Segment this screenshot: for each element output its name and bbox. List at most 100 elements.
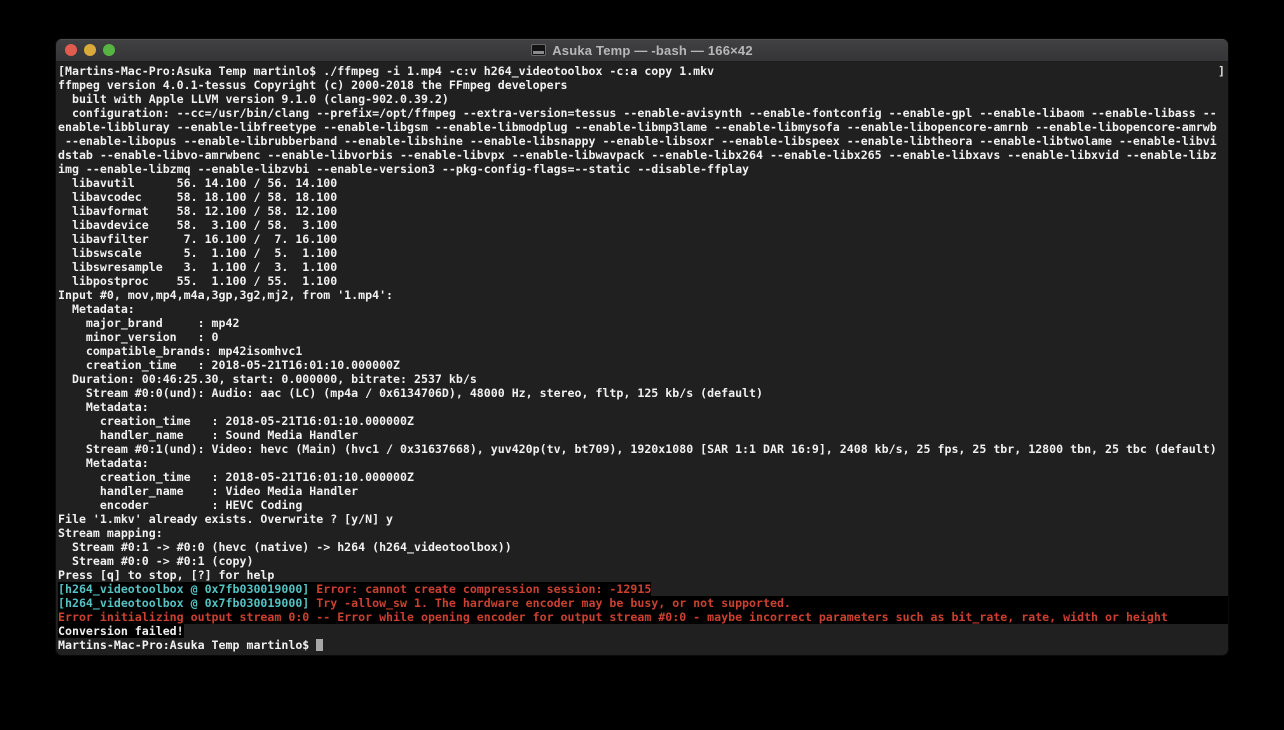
terminal-text-segment: Input #0, mov,mp4,m4a,3gp,3g2,mj2, from … — [58, 288, 394, 302]
terminal-text-segment: Martins-Mac-Pro:Asuka Temp martinlo$ — [58, 638, 317, 652]
terminal-line: libavfilter 7. 16.100 / 7. 16.100 — [58, 232, 1228, 246]
terminal-line: Metadata: — [58, 302, 1228, 316]
terminal-text-segment: Press [q] to stop, [?] for help — [58, 568, 275, 582]
terminal-text-segment: libswresample 3. 1.100 / 3. 1.100 — [58, 260, 338, 274]
terminal-line: [Martins-Mac-Pro:Asuka Temp martinlo$ ./… — [58, 64, 1228, 78]
terminal-text-segment: handler_name : Sound Media Handler — [58, 428, 359, 442]
terminal-line: major_brand : mp42 — [58, 316, 1228, 330]
terminal-line: Input #0, mov,mp4,m4a,3gp,3g2,mj2, from … — [58, 288, 1228, 302]
terminal-line: encoder : HEVC Coding — [58, 498, 1228, 512]
terminal-output[interactable]: [Martins-Mac-Pro:Asuka Temp martinlo$ ./… — [56, 62, 1228, 655]
window-titlebar[interactable]: Asuka Temp — -bash — 166×42 — [56, 39, 1228, 62]
terminal-text-segment: enable-libbluray --enable-libfreetype --… — [58, 120, 1217, 134]
terminal-text-segment: Duration: 00:46:25.30, start: 0.000000, … — [58, 372, 477, 386]
terminal-text-segment: Stream #0:0 -> #0:1 (copy) — [58, 554, 254, 568]
terminal-line: creation_time : 2018-05-21T16:01:10.0000… — [58, 358, 1228, 372]
terminal-text-segment: Stream #0:0(und): Audio: aac (LC) (mp4a … — [58, 386, 763, 400]
terminal-line: Stream mapping: — [58, 526, 1228, 540]
terminal-text-segment: dstab --enable-libvo-amrwbenc --enable-l… — [58, 148, 1217, 162]
terminal-text-segment: ffmpeg version 4.0.1-tessus Copyright (c… — [58, 78, 568, 92]
terminal-line: libswscale 5. 1.100 / 5. 1.100 — [58, 246, 1228, 260]
terminal-text-segment: compatible_brands: mp42isomhvc1 — [58, 344, 303, 358]
terminal-line: handler_name : Sound Media Handler — [58, 428, 1228, 442]
terminal-text-segment: creation_time : 2018-05-21T16:01:10.0000… — [58, 358, 401, 372]
terminal-line: ffmpeg version 4.0.1-tessus Copyright (c… — [58, 78, 1228, 92]
terminal-text-segment: Error initializing output stream 0:0 -- … — [58, 610, 1168, 624]
terminal-text-segment: Metadata: — [58, 456, 149, 470]
terminal-text-segment: --enable-libopus --enable-librubberband … — [58, 134, 1217, 148]
terminal-line: File '1.mkv' already exists. Overwrite ?… — [58, 512, 1228, 526]
terminal-mark-bracket: ] — [1218, 64, 1225, 78]
terminal-text-segment: libavcodec 58. 18.100 / 58. 18.100 — [58, 190, 338, 204]
terminal-line: [h264_videotoolbox @ 0x7fb030019000] Try… — [58, 596, 1228, 610]
terminal-text-segment: Stream #0:1(und): Video: hevc (Main) (hv… — [58, 442, 1217, 456]
terminal-text-segment: libavfilter 7. 16.100 / 7. 16.100 — [58, 232, 338, 246]
terminal-line: configuration: --cc=/usr/bin/clang --pre… — [58, 106, 1228, 120]
window-title: Asuka Temp — -bash — 166×42 — [552, 42, 753, 58]
terminal-line: built with Apple LLVM version 9.1.0 (cla… — [58, 92, 1228, 106]
minimize-button[interactable] — [84, 44, 96, 56]
terminal-text-segment: libavutil 56. 14.100 / 56. 14.100 — [58, 176, 338, 190]
terminal-text-segment: [h264_videotoolbox @ 0x7fb030019000] — [58, 596, 310, 610]
window-title-group: Asuka Temp — -bash — 166×42 — [531, 43, 753, 58]
terminal-text-segment: Martins-Mac-Pro:Asuka Temp martinlo$ ./f… — [64, 64, 715, 78]
terminal-line: Stream #0:1(und): Video: hevc (Main) (hv… — [58, 442, 1228, 456]
terminal-line: Metadata: — [58, 400, 1228, 414]
terminal-line: [h264_videotoolbox @ 0x7fb030019000] Err… — [58, 582, 1228, 596]
terminal-text-segment: Conversion failed! — [58, 624, 184, 638]
terminal-text-segment: major_brand : mp42 — [58, 316, 240, 330]
terminal-line: Error initializing output stream 0:0 -- … — [58, 610, 1228, 624]
terminal-line: enable-libbluray --enable-libfreetype --… — [58, 120, 1228, 134]
terminal-line: img --enable-libzmq --enable-libzvbi --e… — [58, 162, 1228, 176]
terminal-line: Metadata: — [58, 456, 1228, 470]
terminal-line: creation_time : 2018-05-21T16:01:10.0000… — [58, 470, 1228, 484]
terminal-line: creation_time : 2018-05-21T16:01:10.0000… — [58, 414, 1228, 428]
desktop: { "window": { "title": "Asuka Temp — -ba… — [0, 0, 1284, 730]
terminal-line: Stream #0:0 -> #0:1 (copy) — [58, 554, 1228, 568]
terminal-line: Conversion failed! — [58, 624, 1228, 638]
terminal-line: libavcodec 58. 18.100 / 58. 18.100 — [58, 190, 1228, 204]
traffic-lights — [65, 44, 115, 56]
terminal-line: Martins-Mac-Pro:Asuka Temp martinlo$ — [58, 638, 1228, 652]
terminal-text-segment: creation_time : 2018-05-21T16:01:10.0000… — [58, 414, 414, 428]
terminal-line: Stream #0:1 -> #0:0 (hevc (native) -> h2… — [58, 540, 1228, 554]
zoom-button[interactable] — [103, 44, 115, 56]
terminal-text-segment: libswscale 5. 1.100 / 5. 1.100 — [58, 246, 338, 260]
terminal-text-segment: img --enable-libzmq --enable-libzvbi --e… — [58, 162, 750, 176]
terminal-text-segment: Metadata: — [58, 400, 149, 414]
terminal-text-segment: handler_name : Video Media Handler — [58, 484, 359, 498]
terminal-line: libavutil 56. 14.100 / 56. 14.100 — [58, 176, 1228, 190]
terminal-cursor — [316, 639, 324, 651]
terminal-line: Duration: 00:46:25.30, start: 0.000000, … — [58, 372, 1228, 386]
terminal-window: Asuka Temp — -bash — 166×42 [Martins-Mac… — [55, 38, 1229, 656]
terminal-text-segment: libpostproc 55. 1.100 / 55. 1.100 — [58, 274, 338, 288]
terminal-text-segment: minor_version : 0 — [58, 330, 219, 344]
terminal-line: --enable-libopus --enable-librubberband … — [58, 134, 1228, 148]
terminal-text-segment: libavdevice 58. 3.100 / 58. 3.100 — [58, 218, 338, 232]
terminal-text-segment: encoder : HEVC Coding — [58, 498, 303, 512]
terminal-text-segment: Error: cannot create compression session… — [309, 582, 652, 596]
terminal-text-segment: Stream #0:1 -> #0:0 (hevc (native) -> h2… — [58, 540, 512, 554]
terminal-text-segment: [h264_videotoolbox @ 0x7fb030019000] — [58, 582, 310, 596]
terminal-text-segment: Metadata: — [58, 302, 135, 316]
terminal-text-segment: configuration: --cc=/usr/bin/clang --pre… — [58, 106, 1217, 120]
terminal-line: libavdevice 58. 3.100 / 58. 3.100 — [58, 218, 1228, 232]
terminal-line: handler_name : Video Media Handler — [58, 484, 1228, 498]
terminal-line: libpostproc 55. 1.100 / 55. 1.100 — [58, 274, 1228, 288]
terminal-document-icon[interactable] — [531, 44, 547, 56]
terminal-line: dstab --enable-libvo-amrwbenc --enable-l… — [58, 148, 1228, 162]
terminal-text-segment: creation_time : 2018-05-21T16:01:10.0000… — [58, 470, 414, 484]
terminal-text-segment: File '1.mkv' already exists. Overwrite ?… — [58, 512, 394, 526]
terminal-line: Stream #0:0(und): Audio: aac (LC) (mp4a … — [58, 386, 1228, 400]
terminal-text-segment: libavformat 58. 12.100 / 58. 12.100 — [58, 204, 338, 218]
terminal-line: compatible_brands: mp42isomhvc1 — [58, 344, 1228, 358]
terminal-line: libavformat 58. 12.100 / 58. 12.100 — [58, 204, 1228, 218]
terminal-text-segment: [ — [58, 64, 65, 78]
terminal-text-segment: built with Apple LLVM version 9.1.0 (cla… — [58, 92, 449, 106]
terminal-text-segment: Stream mapping: — [58, 526, 163, 540]
terminal-line: minor_version : 0 — [58, 330, 1228, 344]
close-button[interactable] — [65, 44, 77, 56]
terminal-line: Press [q] to stop, [?] for help — [58, 568, 1228, 582]
terminal-text-segment: Try -allow_sw 1. The hardware encoder ma… — [309, 596, 791, 610]
terminal-line: libswresample 3. 1.100 / 3. 1.100 — [58, 260, 1228, 274]
